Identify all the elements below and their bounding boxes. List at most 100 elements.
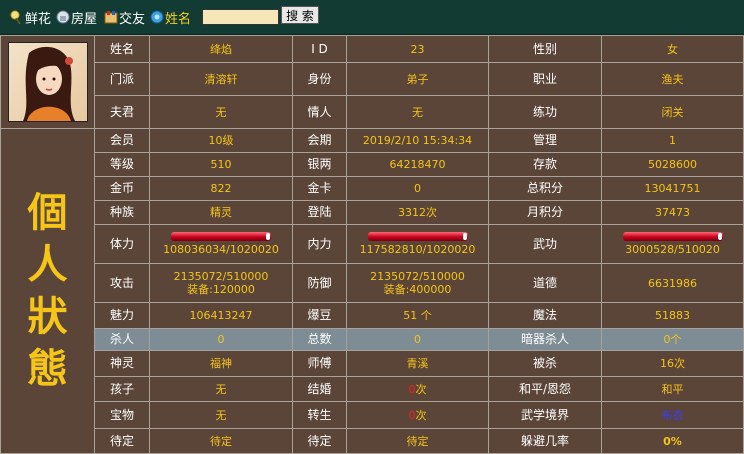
label-cell: 武学境界 <box>489 402 601 428</box>
label-cell: 等级 <box>95 153 149 176</box>
defense-line-2: 装备:400000 <box>383 283 452 296</box>
value-cell: 渔夫 <box>602 63 743 95</box>
value-cell: 0 <box>347 329 488 350</box>
label-cell: 总数 <box>293 329 346 350</box>
label-cell: 金卡 <box>293 177 346 200</box>
search-button[interactable]: 搜 索 <box>281 6 319 24</box>
value-cell: 510 <box>150 153 292 176</box>
value-cell: 106413247 <box>150 303 292 328</box>
label-cell: 结婚 <box>293 377 346 401</box>
label-cell: 管理 <box>489 129 601 152</box>
label-cell: 爆豆 <box>293 303 346 328</box>
value-cell: 无 <box>150 96 292 128</box>
label-cell: 存款 <box>489 153 601 176</box>
label-cell: 杀人 <box>95 329 149 350</box>
label-cell: 月积分 <box>489 201 601 224</box>
toolbar-name-search[interactable]: 姓名 <box>150 8 192 27</box>
label-cell: 练功 <box>489 96 601 128</box>
toolbar-flower[interactable]: 鲜花 <box>10 8 52 27</box>
toolbar-label: 房屋 <box>71 11 98 27</box>
attack-line-1: 2135072/510000 <box>173 270 269 283</box>
avatar <box>7 42 88 122</box>
label-cell: 待定 <box>95 429 149 453</box>
value-cell: 13041751 <box>602 177 743 200</box>
hp-bar-cell: 108036034/1020020 <box>150 225 292 263</box>
value-cell: 0 <box>347 177 488 200</box>
value-cell: 待定 <box>347 429 488 453</box>
value-cell: 3312次 <box>347 201 488 224</box>
label-cell: 银两 <box>293 153 346 176</box>
label-cell: 性别 <box>489 36 601 62</box>
label-cell: 待定 <box>293 429 346 453</box>
value-cell: 福神 <box>150 351 292 376</box>
side-title-char: 狀 <box>27 293 68 340</box>
label-cell: 登陆 <box>293 201 346 224</box>
value-cell: 弟子 <box>347 63 488 95</box>
label-cell: 门派 <box>95 63 149 95</box>
value-cell: 女 <box>602 36 743 62</box>
value-cell: 待定 <box>150 429 292 453</box>
label-cell: 师傅 <box>293 351 346 376</box>
label-cell: 内力 <box>293 225 346 263</box>
value-cell: 2019/2/10 15:34:34 <box>347 129 488 152</box>
label-cell: 宝物 <box>95 402 149 428</box>
value-cell: 37473 <box>602 201 743 224</box>
value-cell: 0% <box>602 429 743 453</box>
value-cell: 51 个 <box>347 303 488 328</box>
label-cell: 夫君 <box>95 96 149 128</box>
skill-bar-cell: 3000528/510020 <box>602 225 743 263</box>
value-cell: 绛焰 <box>150 36 292 62</box>
label-cell: 防御 <box>293 264 346 302</box>
value-cell: 64218470 <box>347 153 488 176</box>
friends-icon <box>104 10 118 24</box>
side-title-char: 個 <box>27 189 68 236</box>
skill-bar <box>622 232 723 241</box>
value-cell: 精灵 <box>150 201 292 224</box>
toolbar-label: 姓名 <box>165 11 192 27</box>
label-cell: 攻击 <box>95 264 149 302</box>
name-search-input[interactable] <box>202 9 279 25</box>
label-cell: 姓名 <box>95 36 149 62</box>
side-title: 個 人 狀 態 <box>1 129 94 453</box>
value-cell: 1 <box>602 129 743 152</box>
value-cell: 布衣 <box>602 402 743 428</box>
toolbar-friends[interactable]: 交友 <box>104 8 145 27</box>
avatar-cell <box>1 36 94 128</box>
label-cell: 职业 <box>489 63 601 95</box>
label-cell: 会员 <box>95 129 149 152</box>
value-cell: 822 <box>150 177 292 200</box>
defense-line-1: 2135072/510000 <box>370 270 465 283</box>
value-cell: 清溶轩 <box>150 63 292 95</box>
value-cell: 闭关 <box>602 96 743 128</box>
defense-cell: 2135072/510000 装备:400000 <box>347 264 488 302</box>
value-cell: 青溪 <box>347 351 488 376</box>
attack-cell: 2135072/510000 装备:120000 <box>150 264 292 302</box>
house-icon <box>56 10 70 24</box>
label-cell: 体力 <box>95 225 149 263</box>
toolbar-house[interactable]: 房屋 <box>56 8 98 27</box>
label-cell: 暗器杀人 <box>489 329 601 350</box>
label-cell: 被杀 <box>489 351 601 376</box>
label-cell: 武功 <box>489 225 601 263</box>
label-cell: 道德 <box>489 264 601 302</box>
label-cell: 情人 <box>293 96 346 128</box>
label-cell: 种族 <box>95 201 149 224</box>
value-cell: 23 <box>347 36 488 62</box>
value-cell: 无 <box>347 96 488 128</box>
side-title-char: 態 <box>27 345 68 392</box>
label-cell: 孩子 <box>95 377 149 401</box>
rebirth-count-cell: 0次 <box>347 402 488 428</box>
label-cell: 总积分 <box>489 177 601 200</box>
label-cell: I D <box>293 36 346 62</box>
value-cell: 无 <box>150 402 292 428</box>
value-cell: 无 <box>150 377 292 401</box>
toolbar-label: 鲜花 <box>25 11 52 27</box>
value-cell: 51883 <box>602 303 743 328</box>
flower-icon <box>10 10 24 25</box>
marriage-count-cell: 0次 <box>347 377 488 401</box>
search-icon <box>150 10 164 24</box>
label-cell: 转生 <box>293 402 346 428</box>
rebirth-count: 0次 <box>408 408 427 422</box>
value-cell: 0 <box>150 329 292 350</box>
mp-bar-cell: 117582810/1020020 <box>347 225 488 263</box>
